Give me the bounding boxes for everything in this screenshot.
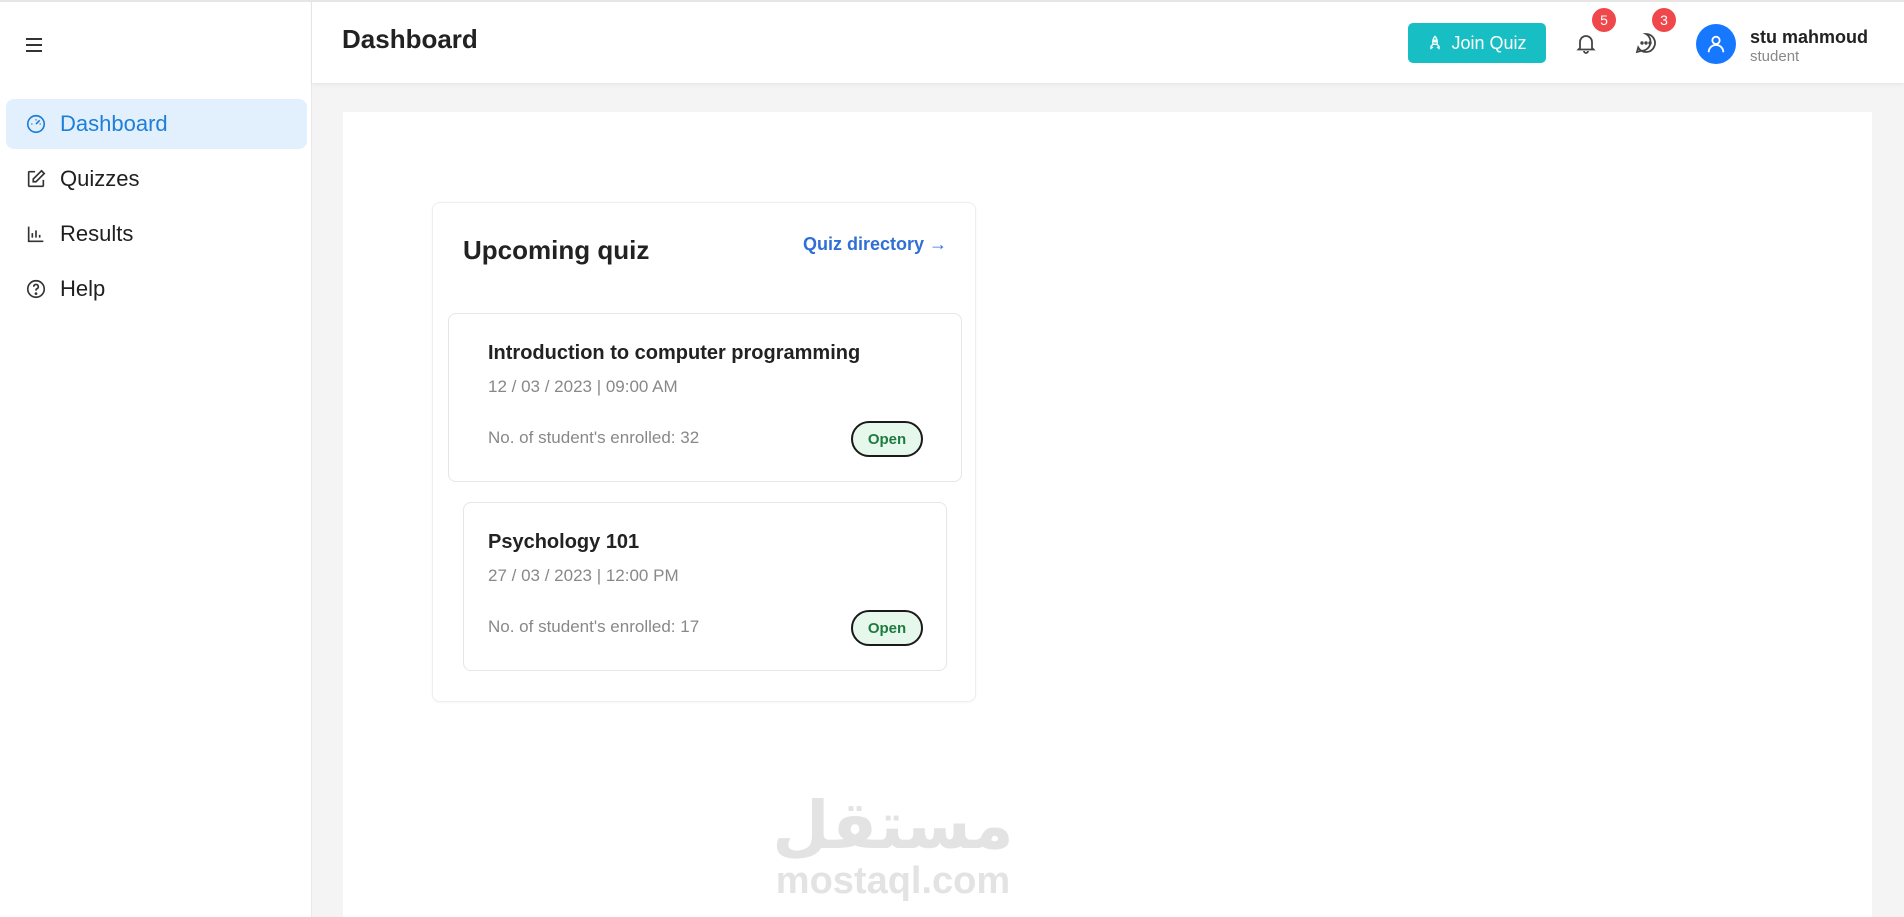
quiz-item[interactable]: Introduction to computer programming 12 … bbox=[448, 313, 962, 482]
sidebar-item-help[interactable]: Help bbox=[6, 264, 307, 314]
sidebar-item-quizzes[interactable]: Quizzes bbox=[6, 154, 307, 204]
sidebar-item-label: Quizzes bbox=[60, 166, 140, 191]
join-quiz-label: Join Quiz bbox=[1451, 32, 1527, 53]
avatar[interactable] bbox=[1696, 24, 1736, 64]
quiz-directory-link[interactable]: Quiz directory → bbox=[803, 234, 947, 255]
quiz-date: 12 / 03 / 2023 | 09:00 AM bbox=[488, 377, 678, 396]
user-role: student bbox=[1750, 48, 1800, 65]
watermark-logo: مستقل mostaql.com bbox=[763, 792, 1023, 900]
status-badge[interactable]: Open bbox=[851, 610, 923, 646]
sidebar-item-results[interactable]: Results bbox=[6, 209, 307, 259]
top-header: Dashboard Join Quiz 5 3 stu mahmoud stud… bbox=[312, 0, 1904, 83]
main-panel: Upcoming quiz Quiz directory → Introduct… bbox=[343, 112, 1872, 917]
rocket-icon bbox=[1430, 35, 1441, 50]
watermark-arabic: مستقل bbox=[772, 788, 1014, 862]
bell-icon bbox=[1576, 35, 1596, 54]
help-icon bbox=[24, 277, 48, 301]
quiz-enrolled-count: No. of student's enrolled: 17 bbox=[488, 617, 700, 636]
quiz-date: 27 / 03 / 2023 | 12:00 PM bbox=[488, 566, 679, 585]
edit-icon bbox=[24, 167, 48, 191]
sidebar-item-dashboard[interactable]: Dashboard bbox=[6, 99, 307, 149]
sidebar-nav: Dashboard Quizzes Results Help bbox=[6, 99, 307, 319]
sidebar: Dashboard Quizzes Results Help bbox=[0, 0, 312, 917]
dashboard-icon bbox=[24, 112, 48, 136]
notifications-button[interactable]: 5 bbox=[1572, 8, 1616, 58]
watermark-latin: mostaql.com bbox=[775, 860, 1011, 902]
status-badge[interactable]: Open bbox=[851, 421, 923, 457]
messages-badge: 3 bbox=[1652, 8, 1676, 32]
quiz-name: Psychology 101 bbox=[488, 531, 640, 553]
quiz-item[interactable]: Psychology 101 27 / 03 / 2023 | 12:00 PM… bbox=[463, 502, 947, 671]
sidebar-item-label: Results bbox=[60, 221, 134, 246]
messages-button[interactable]: 3 bbox=[1632, 8, 1676, 58]
app-root: Dashboard Quizzes Results Help Dashboard… bbox=[0, 0, 1904, 917]
notifications-badge: 5 bbox=[1592, 8, 1616, 32]
sidebar-item-label: Help bbox=[60, 276, 106, 301]
join-quiz-button[interactable]: Join Quiz bbox=[1408, 23, 1546, 63]
page-title: Dashboard bbox=[342, 24, 478, 54]
sidebar-item-label: Dashboard bbox=[60, 111, 168, 136]
chat-icon bbox=[1635, 33, 1656, 54]
upcoming-quiz-card: Upcoming quiz Quiz directory → Introduct… bbox=[432, 202, 976, 702]
card-title: Upcoming quiz bbox=[463, 235, 650, 265]
quiz-enrolled-count: No. of student's enrolled: 32 bbox=[488, 428, 700, 447]
bar-chart-icon bbox=[24, 222, 48, 246]
user-icon bbox=[1707, 35, 1725, 53]
user-name[interactable]: stu mahmoud bbox=[1750, 27, 1868, 48]
hamburger-icon[interactable] bbox=[26, 32, 52, 58]
quiz-name: Introduction to computer programming bbox=[488, 342, 861, 364]
